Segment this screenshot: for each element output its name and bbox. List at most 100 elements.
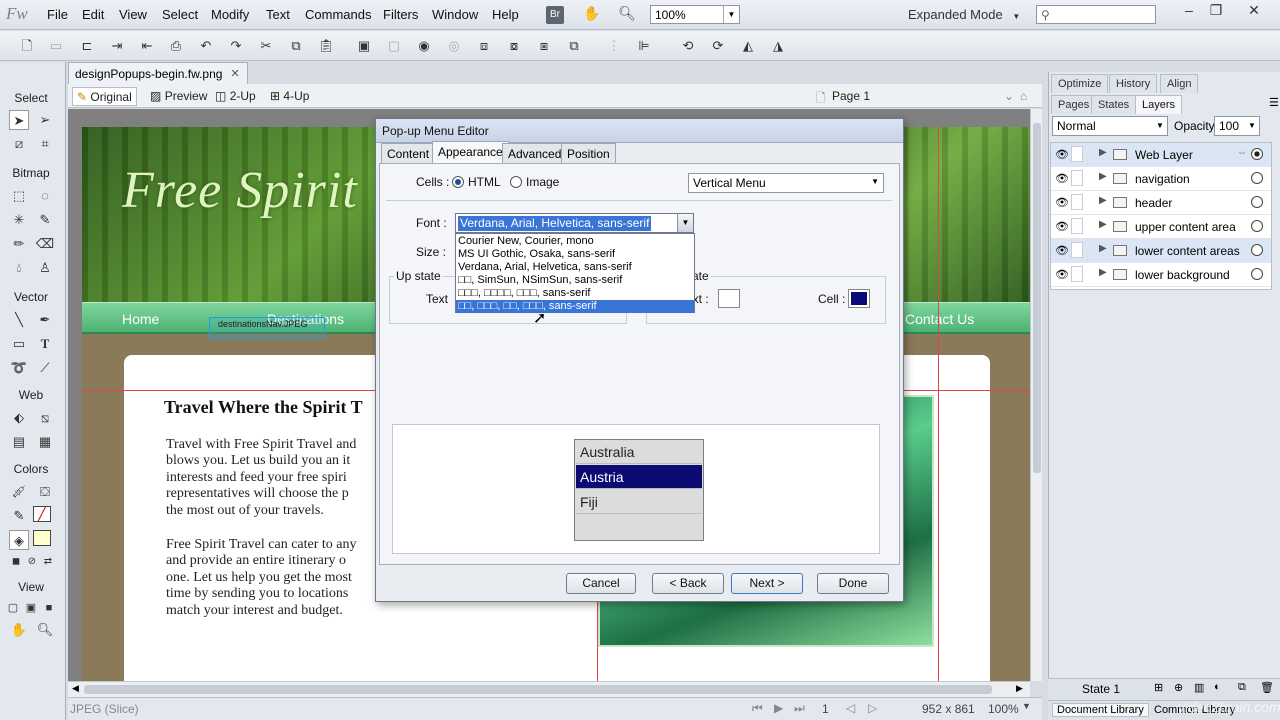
tab-original[interactable]: ✎ Original [72,87,137,106]
next-button[interactable]: Next > [731,573,803,594]
tab-4up[interactable]: ⊞ 4-Up [266,87,313,106]
font-option[interactable]: Courier New, Courier, mono [456,235,694,248]
status-zoom[interactable]: 100% [988,702,1019,716]
save-icon[interactable]: ▭ [46,36,66,56]
layer-row-lower-background[interactable]: 👁︎ ▶ lower background [1051,263,1271,287]
cut-icon[interactable]: ✂ [256,36,276,56]
fill-swatch[interactable] [33,530,51,546]
rotate-left-icon[interactable]: ⟲ [678,36,698,56]
font-option-highlighted[interactable]: □□, □□□, □□, □□□, sans-serif [456,300,694,313]
blur-tool-icon[interactable]: 💧︎ [9,258,29,278]
eye-icon[interactable]: 👁︎ [1055,268,1069,281]
menu-text[interactable]: Text [266,7,290,22]
tab-appearance[interactable]: Appearance [432,141,509,163]
layer-row-web-layer[interactable]: 👁︎ ▶ Web Layer ⇔ [1051,143,1271,167]
document-tab[interactable]: designPopups-begin.fw.png ✕ [68,62,248,84]
over-text-swatch[interactable] [718,289,740,308]
font-option[interactable]: □□□, □□□□, □□□, sans-serif [456,287,694,300]
horizontal-scrollbar[interactable]: ◀ ▶ [68,681,1030,697]
redo-icon[interactable]: ↷ [226,36,246,56]
tab-position[interactable]: Position [561,143,616,163]
tab-2up[interactable]: ◫ 2-Up [211,87,260,106]
lock-toggle[interactable] [1071,170,1083,186]
cells-html-radio[interactable] [452,176,464,188]
pencil-tool-icon[interactable]: ✏ [9,234,29,254]
expand-icon[interactable]: ▶ [1099,243,1107,254]
lock-toggle[interactable] [1071,218,1083,234]
chevron-down-icon[interactable]: ▼ [1022,701,1031,711]
tab-preview[interactable]: ▨ Preview [146,87,211,106]
chevron-down-icon[interactable]: ▼ [677,214,693,232]
rotate-right-icon[interactable]: ⟳ [708,36,728,56]
export-icon[interactable]: ⇤ [137,36,157,56]
freeform-tool-icon[interactable]: ➰ [9,358,29,378]
import-icon[interactable]: ⇥ [107,36,127,56]
font-select[interactable]: Verdana, Arial, Helvetica, sans-serif ▼ [455,213,694,233]
expand-icon[interactable]: ▶ [1099,147,1107,158]
slice-tool-icon[interactable]: ⧅ [35,408,55,428]
new-file-icon[interactable]: 🗋 [17,36,37,56]
scroll-thumb[interactable] [1033,123,1041,473]
hotspot-tool-icon[interactable]: ⬖ [9,408,29,428]
layer-row-lower-content[interactable]: 👁︎ ▶ lower content areas [1051,239,1271,263]
minimize-icon[interactable]: – [1178,2,1200,20]
expand-icon[interactable]: ▶ [1099,219,1107,230]
paste-icon[interactable]: 📋︎ [316,36,336,56]
guide-line[interactable] [938,127,939,681]
menu-file[interactable]: File [47,7,68,22]
show-slices-icon[interactable]: ▦ [35,432,55,452]
eye-icon[interactable]: 👁︎ [1055,220,1069,233]
menu-edit[interactable]: Edit [82,7,104,22]
flip-vertical-icon[interactable]: ◮ [768,36,788,56]
opacity-input[interactable]: 100 ▼ [1214,116,1260,136]
full-screen-icon[interactable]: ■ [39,598,59,618]
menu-view[interactable]: View [119,7,147,22]
page-select[interactable]: Page 1 [828,87,874,106]
layer-radio[interactable] [1251,196,1263,208]
tab-align[interactable]: Align [1160,74,1199,93]
align-icon[interactable]: ⊫ [634,36,654,56]
text-tool-icon[interactable]: T [35,334,55,354]
bridge-icon[interactable]: Br [546,6,564,24]
pen-tool-icon[interactable]: ✒ [35,310,55,330]
magic-wand-icon[interactable]: ✳ [9,210,29,230]
fill-color-icon[interactable]: ◈ [9,530,29,550]
expand-icon[interactable]: ▶ [1099,267,1107,278]
tab-document-library[interactable]: Document Library [1052,703,1149,717]
font-option[interactable]: MS UI Gothic, Osaka, sans-serif [456,248,694,261]
subselect-tool-icon[interactable]: ➢ [35,110,55,130]
new-sublayer-icon[interactable]: ⊞ [1154,681,1163,694]
zoom-select[interactable]: 100% ▼ [650,5,740,24]
orientation-select[interactable]: Vertical Menu ▼ [688,173,884,193]
eraser-tool-icon[interactable]: ⌫ [35,234,55,254]
first-frame-icon[interactable]: ⏮ [752,701,763,716]
active-layer-indicator[interactable] [1251,148,1263,160]
send-back-icon[interactable]: ⧉ [564,36,584,56]
marquee-tool-icon[interactable]: ⬚ [9,186,29,206]
lock-toggle[interactable] [1071,146,1083,162]
eye-icon[interactable]: 👁︎ [1055,196,1069,209]
expand-icon[interactable]: ▶ [1099,195,1107,206]
close-icon[interactable]: ✕ [230,67,239,80]
zoom-icon[interactable]: 🔍︎ [616,5,638,25]
swap-colors-icon[interactable]: ⇄ [38,552,58,572]
done-button[interactable]: Done [817,573,889,594]
hide-slices-icon[interactable]: ▤ [9,432,29,452]
hand-tool-icon[interactable]: ✋ [9,620,29,640]
line-tool-icon[interactable]: ╲ [9,310,29,330]
tab-layers[interactable]: Layers [1135,95,1183,114]
layer-row-header[interactable]: 👁︎ ▶ header [1051,191,1271,215]
tab-history[interactable]: History [1109,74,1158,93]
menu-filters[interactable]: Filters [383,7,418,22]
back-button[interactable]: < Back [652,573,724,594]
tab-states[interactable]: States [1091,95,1137,114]
vertical-scrollbar[interactable] [1030,109,1042,681]
menu-window[interactable]: Window [432,7,478,22]
bring-front-icon[interactable]: ⧈ [474,36,494,56]
layer-radio[interactable] [1251,220,1263,232]
distribute-icon[interactable]: ⋮ [604,36,624,56]
flip-horizontal-icon[interactable]: ◭ [738,36,758,56]
layer-row-upper-content[interactable]: 👁︎ ▶ upper content area [1051,215,1271,239]
trash-icon[interactable]: 🗑︎ [1260,681,1274,694]
tab-optimize[interactable]: Optimize [1051,74,1109,93]
